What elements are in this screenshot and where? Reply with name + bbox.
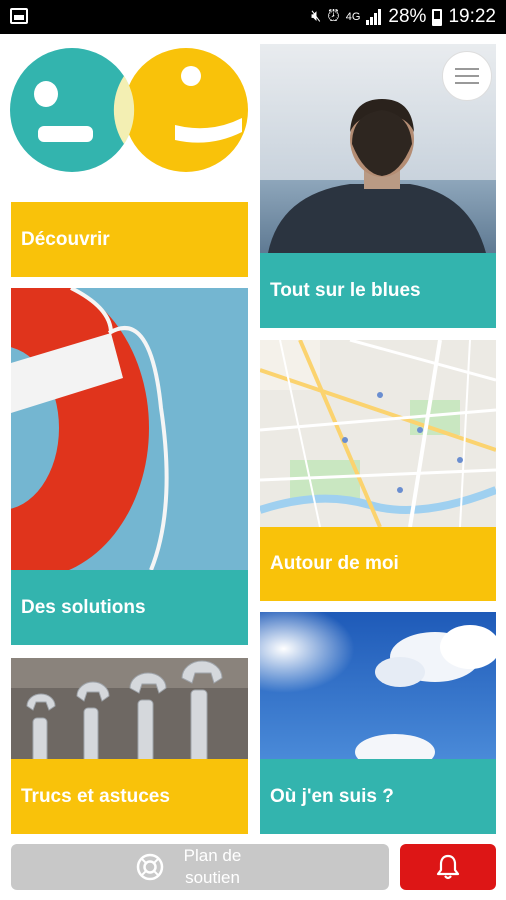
status-bar: 🔇︎ ⏰︎ 4G 28% 19:22 xyxy=(0,0,506,34)
alarm-icon: ⏰︎ xyxy=(327,8,340,25)
tile-label: Tout sur le blues xyxy=(270,279,421,301)
tile-autour[interactable]: Autour de moi xyxy=(260,340,496,601)
signal-icon xyxy=(366,9,382,25)
bell-icon xyxy=(436,854,460,880)
tile-ou-j-en-suis[interactable]: Où j'en suis ? xyxy=(260,612,496,834)
alert-bell-button[interactable] xyxy=(400,844,496,890)
lifebuoy-image xyxy=(11,288,248,570)
hamburger-icon xyxy=(455,68,479,70)
tile-label: Où j'en suis ? xyxy=(270,785,394,807)
support-label-line1: Plan de xyxy=(183,846,242,865)
menu-button[interactable] xyxy=(442,51,492,101)
status-icons: 🔇︎ ⏰︎ 4G 28% 19:22 xyxy=(311,5,496,29)
tile-label: Trucs et astuces xyxy=(21,785,170,807)
sky-image xyxy=(260,612,496,759)
tile-trucs[interactable]: Trucs et astuces xyxy=(11,658,248,834)
battery-percent: 28% xyxy=(388,6,427,27)
tile-label: Des solutions xyxy=(21,596,146,618)
tile-label: Autour de moi xyxy=(270,552,399,574)
mute-icon: 🔇︎ xyxy=(311,8,322,25)
data-icon: 4G xyxy=(345,10,361,23)
image-notification-icon xyxy=(10,8,28,24)
battery-icon xyxy=(432,8,443,26)
tile-decouvrir[interactable]: Découvrir xyxy=(11,202,248,277)
clock: 19:22 xyxy=(448,6,496,27)
tile-label: Découvrir xyxy=(21,228,110,250)
lifebuoy-icon xyxy=(136,853,164,881)
support-label-line2: soutien xyxy=(185,868,240,887)
street-map-image xyxy=(260,340,496,527)
app-logo xyxy=(10,48,248,172)
support-plan-button[interactable]: Plan de soutien xyxy=(11,844,389,890)
tile-solutions[interactable]: Des solutions xyxy=(11,288,248,645)
wrenches-image xyxy=(11,658,248,759)
